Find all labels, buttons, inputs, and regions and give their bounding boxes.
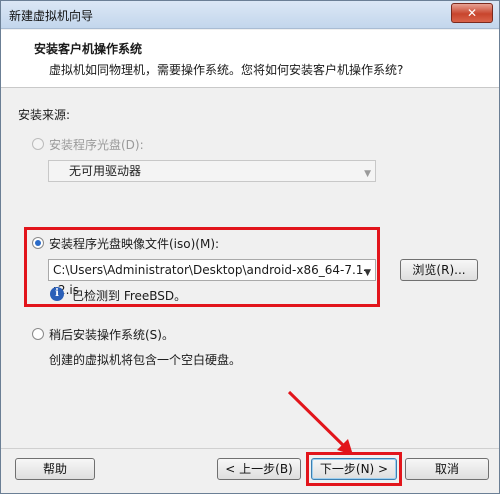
wizard-window: 新建虚拟机向导 ✕ 安装客户机操作系统 虚拟机如同物理机，需要操作系统。您将如何… — [0, 0, 500, 494]
red-arrow-icon — [287, 390, 353, 455]
